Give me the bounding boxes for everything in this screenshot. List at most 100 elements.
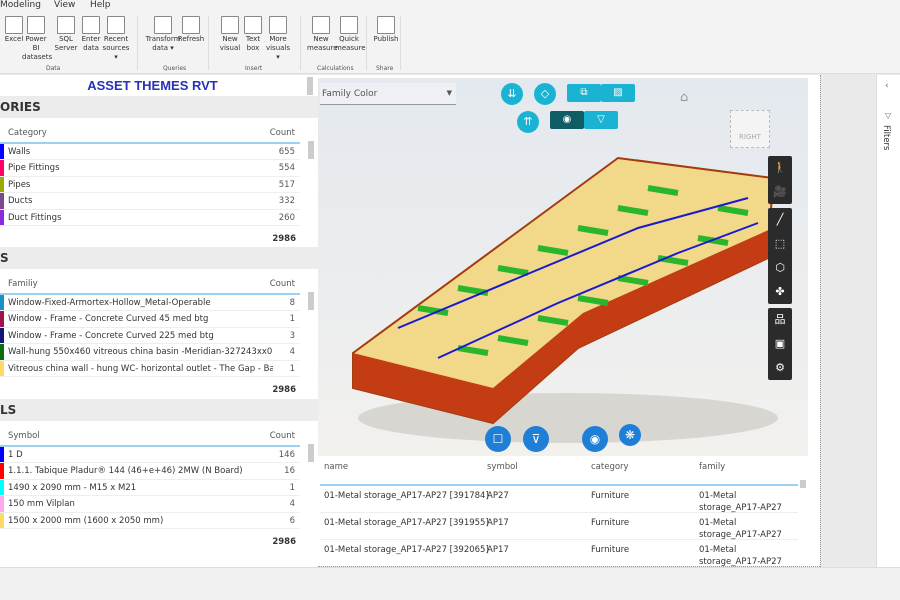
- ribbon-separator: [366, 16, 367, 70]
- col-header-name[interactable]: name: [324, 462, 348, 472]
- viewcube[interactable]: RIGHT: [730, 110, 770, 148]
- row-count: 554: [278, 163, 295, 174]
- table-row[interactable]: 01-Metal storage_AP17-AP27 [391784] AP27 F…: [320, 486, 798, 513]
- menu-modeling[interactable]: Modeling: [0, 0, 41, 10]
- col-header-count[interactable]: Count: [270, 431, 295, 441]
- table-row[interactable]: Pipes 517: [0, 176, 300, 194]
- col-header-count[interactable]: Count: [270, 128, 295, 138]
- table-row[interactable]: Pipe Fittings 554: [0, 160, 300, 177]
- row-count: 16: [284, 466, 295, 477]
- categories-section-header: ORIES: [0, 96, 318, 118]
- ribbon-button-label: Quick measure: [335, 35, 366, 52]
- select-box-button[interactable]: ☐: [485, 426, 511, 452]
- col-header-family[interactable]: family: [699, 462, 725, 472]
- symbols-table: Symbol Count 1 D 146 1.1.1. Tabique Pladur® …: [0, 423, 300, 529]
- properties-icon[interactable]: ▣: [768, 332, 792, 356]
- table-scrollbar[interactable]: [308, 141, 314, 159]
- row-count: 517: [278, 179, 295, 190]
- section-icon[interactable]: ⬚: [768, 232, 792, 256]
- ribbon-group-data: Data: [46, 65, 61, 72]
- sql-server-button[interactable]: SQL Server: [52, 16, 80, 53]
- table-row[interactable]: 1500 x 2000 mm (1600 x 2050 mm) 6: [0, 512, 300, 529]
- table-row[interactable]: Window-Fixed-Armortex-Hollow_Metal-Opera…: [0, 295, 300, 312]
- table-row[interactable]: 150 mm Vilplan 4: [0, 496, 300, 513]
- row-count: 6: [289, 515, 295, 526]
- table-row[interactable]: 1 D 146: [0, 447, 300, 464]
- refresh-button[interactable]: Refresh: [177, 16, 205, 44]
- col-header-category[interactable]: category: [591, 462, 629, 472]
- quick-measure-icon: [340, 16, 358, 34]
- person-icon[interactable]: 🚶: [768, 156, 792, 180]
- explode-up-button[interactable]: ⇈: [517, 111, 539, 133]
- row-label: 1500 x 2000 mm (1600 x 2050 mm): [8, 515, 164, 526]
- filters-pane[interactable]: ‹ ▽ Filters: [876, 75, 900, 567]
- viewer-settings-button[interactable]: ❋: [619, 424, 641, 446]
- panel-scrollbar[interactable]: [307, 77, 313, 95]
- table-row[interactable]: Duct Fittings 260: [0, 209, 300, 226]
- color-swatch: [0, 144, 4, 160]
- cell-family: 01-Metal storage_AP17-AP27: [699, 545, 782, 567]
- 3d-viewer[interactable]: Family Color ▼ ⇊ ◇ ⧉ ▨ ⇈ ◉ ▽ ⌂ RIGHT 🚶 🎥 ╱…: [318, 78, 808, 456]
- col-header-count[interactable]: Count: [270, 279, 295, 289]
- col-header-label[interactable]: Category: [8, 128, 47, 138]
- cell-name: 01-Metal storage_AP17-AP27 [391784]: [324, 491, 489, 501]
- col-header-label[interactable]: Symbol: [8, 431, 40, 441]
- table-row[interactable]: 01-Metal storage_AP17-AP27 [391955] AP17 F…: [320, 513, 798, 540]
- color-by-dropdown[interactable]: Family Color ▼: [320, 83, 456, 105]
- recent-sources-button[interactable]: Recent sources ▾: [102, 16, 130, 62]
- filter-button[interactable]: ▽: [584, 111, 618, 129]
- col-header-label[interactable]: Familiy: [8, 279, 38, 289]
- row-count: 4: [289, 499, 295, 510]
- collapse-chevron-icon[interactable]: ‹: [885, 81, 889, 91]
- col-header-symbol[interactable]: symbol: [487, 462, 518, 472]
- quick-measure-button[interactable]: Quick measure: [335, 16, 366, 53]
- cell-category: Furniture: [591, 491, 630, 501]
- explode-icon[interactable]: ⬡: [768, 256, 792, 280]
- row-count: 4: [289, 347, 295, 358]
- table-row[interactable]: Walls 655: [0, 144, 300, 161]
- powerbi-datasets-button[interactable]: Power BI datasets: [22, 16, 52, 62]
- camera-walk-icon[interactable]: 🎥: [768, 180, 792, 204]
- table-row[interactable]: Window - Frame - Concrete Curved 45 med …: [0, 311, 300, 328]
- focus-button[interactable]: ◉: [550, 111, 584, 129]
- row-label: Pipes: [8, 179, 31, 190]
- model-browser-icon[interactable]: ✤: [768, 280, 792, 304]
- row-label: 150 mm Vilplan: [8, 499, 75, 510]
- table-row[interactable]: Vitreous china wall - hung WC- horizonta…: [0, 360, 300, 377]
- table-row[interactable]: Window - Frame - Concrete Curved 225 med…: [0, 327, 300, 345]
- measure-icon[interactable]: ╱: [768, 208, 792, 232]
- table-row[interactable]: 1.1.1. Tabique Pladur® 144 (46+e+46) 2MW…: [0, 463, 300, 480]
- filters-label: Filters: [881, 125, 891, 151]
- new-measure-button[interactable]: New measure: [307, 16, 338, 53]
- chevron-down-icon: ▼: [446, 89, 452, 97]
- section-box-button[interactable]: ⧉: [567, 84, 601, 102]
- table-row[interactable]: Ducts 332: [0, 193, 300, 210]
- table-scrollbar[interactable]: [308, 292, 314, 310]
- table-row[interactable]: 01-Metal storage_AP17-AP27 [392065] AP17 F…: [320, 540, 798, 567]
- explode-down-button[interactable]: ⇊: [501, 83, 523, 105]
- settings-icon[interactable]: ⚙: [768, 356, 792, 380]
- table-row[interactable]: Wall-hung 550x460 vitreous china basin -…: [0, 344, 300, 361]
- left-panel: ASSET THEMES RVT ORIES Category Count Walls…: [0, 75, 318, 567]
- table-row[interactable]: 1490 x 2090 mm - M15 x M21 1: [0, 479, 300, 497]
- table-header: Familiy Count: [0, 271, 300, 295]
- table-scrollbar[interactable]: [800, 480, 806, 488]
- ribbon-separator: [208, 16, 209, 70]
- hatch-button[interactable]: ▨: [601, 84, 635, 102]
- structure-icon[interactable]: 品: [768, 308, 792, 332]
- clear-filter-button[interactable]: ⊽: [523, 426, 549, 452]
- screenshot-button[interactable]: ◉: [582, 426, 608, 452]
- row-count: 1: [289, 363, 295, 374]
- menu-help[interactable]: Help: [90, 0, 111, 10]
- table-scrollbar[interactable]: [308, 444, 314, 462]
- enter-data-button[interactable]: Enter data: [77, 16, 105, 53]
- menu-view[interactable]: View: [54, 0, 75, 10]
- more-visuals-button[interactable]: More visuals ▾: [264, 16, 292, 62]
- recent-sources-icon: [107, 16, 125, 34]
- cell-family: 01-Metal storage_AP17-AP27: [699, 491, 782, 513]
- publish-button[interactable]: Publish: [372, 16, 400, 44]
- home-icon[interactable]: ⌂: [680, 90, 688, 105]
- categories-table: Category Count Walls 655 Pipe Fittings 554 Pip…: [0, 120, 300, 226]
- isolate-button[interactable]: ◇: [534, 83, 556, 105]
- text-box-button[interactable]: Text box: [239, 16, 267, 53]
